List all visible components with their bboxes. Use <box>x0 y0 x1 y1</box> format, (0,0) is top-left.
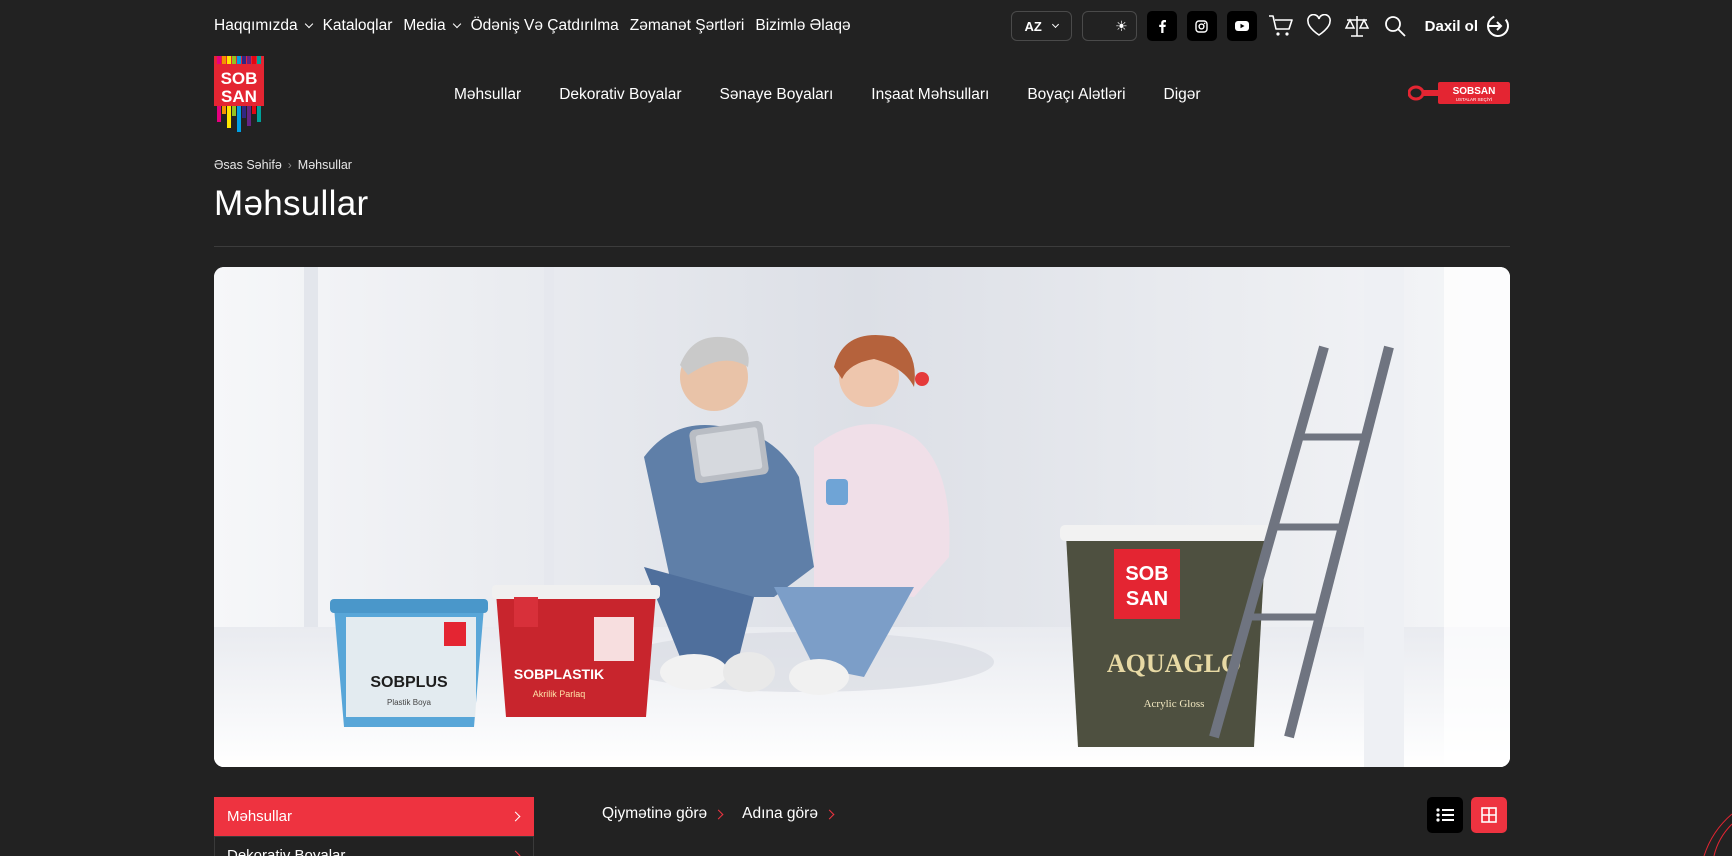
top-link-label: Ödəniş Və Çatdırılma <box>470 17 619 34</box>
bucket-sobplus: SOBPLUS Plastik Boya <box>330 599 488 727</box>
divider <box>214 246 1510 247</box>
breadcrumb-current: Məhsullar <box>297 158 352 172</box>
youtube-button[interactable] <box>1226 11 1257 41</box>
instagram-button[interactable] <box>1186 11 1217 41</box>
bucket-sublabel: Plastik Boya <box>387 698 432 707</box>
bucket-sobplastik: SOBPLASTIK Akrilik Parlaq <box>492 585 660 717</box>
compare-button[interactable] <box>1343 12 1371 40</box>
top-link-media[interactable]: Media <box>403 17 461 35</box>
grid-view-button[interactable] <box>1471 797 1507 833</box>
language-selector[interactable]: AZ <box>1010 11 1072 41</box>
brush-logo[interactable]: SOBSAN USTALAR SEÇİYİ <box>1407 78 1510 108</box>
bucket-logo-text: SOB <box>1125 563 1168 585</box>
top-link-payment-delivery[interactable]: Ödəniş Və Çatdırılma <box>471 17 619 35</box>
chevron-down-icon <box>304 19 313 29</box>
sort-options: Qiymətinə görə Adına görə <box>602 805 835 823</box>
nav-item-other[interactable]: Digər <box>1164 86 1201 104</box>
top-bar: Haqqımızda Kataloqlar Media Ödəniş Və Ça… <box>214 8 1510 44</box>
top-link-label: Kataloqlar <box>322 17 393 34</box>
bucket-label: AQUAGLO <box>1107 649 1241 678</box>
compare-icon <box>1344 16 1369 37</box>
bucket-label: SOBPLUS <box>370 674 448 691</box>
chevron-down-icon <box>1051 20 1059 28</box>
wishlist-button[interactable] <box>1305 12 1333 40</box>
cart-icon <box>1268 15 1293 36</box>
facebook-button[interactable] <box>1146 11 1177 41</box>
sidebar-item-decorative-paints[interactable]: Dekorativ Boyalar <box>214 836 534 856</box>
sun-icon: ☀ <box>1115 17 1128 34</box>
grid-view-icon <box>1481 807 1497 823</box>
nav-item-construction-products[interactable]: Inşaat Məhsulları <box>871 86 989 104</box>
chevron-right-icon <box>510 811 521 822</box>
brush-logo-text: SOBSAN <box>1453 86 1496 97</box>
nav-item-products[interactable]: Məhsullar <box>454 86 521 104</box>
sort-label: Adına görə <box>742 805 818 822</box>
logo-text-bottom: SAN <box>221 87 257 106</box>
cart-button[interactable] <box>1267 12 1295 40</box>
top-link-contact[interactable]: Bizimlə Əlaqə <box>755 17 850 35</box>
language-label: AZ <box>1024 18 1042 34</box>
chevron-down-icon <box>452 19 461 29</box>
sort-by-name[interactable]: Adına görə <box>742 805 835 823</box>
breadcrumb: Əsas Səhifə › Məhsullar <box>214 158 1510 172</box>
chevron-right-icon <box>510 850 521 856</box>
hero-image: SOBPLUS Plastik Boya SOBPLASTIK Akrilik … <box>214 267 1510 767</box>
brush-logo-subtext: USTALAR SEÇİYİ <box>1456 96 1492 102</box>
main-header: SOB SAN Məhsullar Dekorativ Boyalar Səna… <box>214 56 1510 138</box>
login-icon <box>1487 15 1509 37</box>
nav-item-painter-tools[interactable]: Boyaçı Alətləri <box>1027 86 1125 104</box>
top-link-label: Media <box>403 17 446 34</box>
top-link-catalogs[interactable]: Kataloqlar <box>323 17 393 35</box>
top-link-label: Zəmanət Şərtləri <box>629 17 745 34</box>
facebook-icon <box>1158 20 1166 33</box>
bucket-label: SOBPLASTIK <box>514 666 604 682</box>
chevron-right-icon <box>824 809 835 819</box>
nav-item-decorative-paints[interactable]: Dekorativ Boyalar <box>559 86 681 104</box>
login-label: Daxil ol <box>1424 17 1478 35</box>
top-links: Haqqımızda Kataloqlar Media Ödəniş Və Ça… <box>214 17 851 35</box>
youtube-icon <box>1234 21 1249 31</box>
list-view-button[interactable] <box>1427 797 1463 833</box>
sort-label: Qiymətinə görə <box>602 805 708 822</box>
top-link-warranty[interactable]: Zəmanət Şərtləri <box>630 17 745 35</box>
sidebar-item-label: Dekorativ Boyalar <box>227 847 346 856</box>
decorative-swirl <box>1703 813 1732 856</box>
top-actions: AZ ☀ Daxil ol <box>1010 11 1510 41</box>
search-icon <box>1384 16 1406 37</box>
sidebar-item-products[interactable]: Məhsullar <box>214 797 534 836</box>
list-view-icon <box>1436 808 1454 822</box>
top-link-label: Haqqımızda <box>214 17 298 34</box>
bucket-sublabel: Acrylic Gloss <box>1144 698 1205 710</box>
theme-toggle[interactable]: ☀ <box>1081 11 1137 41</box>
hero-banner: SOBPLUS Plastik Boya SOBPLASTIK Akrilik … <box>214 267 1510 767</box>
category-sidebar: Məhsullar Dekorativ Boyalar <box>214 797 534 856</box>
view-toggle <box>1427 797 1507 833</box>
sobsan-logo[interactable]: SOB SAN <box>214 56 264 136</box>
sort-by-price[interactable]: Qiymətinə görə <box>602 805 724 823</box>
heart-icon <box>1306 14 1331 36</box>
page-title: Məhsullar <box>214 184 369 223</box>
top-link-about[interactable]: Haqqımızda <box>214 17 313 35</box>
logo-text-top: SOB <box>221 69 258 88</box>
bucket-sublabel: Akrilik Parlaq <box>533 689 586 699</box>
breadcrumb-home[interactable]: Əsas Səhifə <box>214 158 282 172</box>
breadcrumb-separator-icon: › <box>287 158 292 172</box>
login-button[interactable]: Daxil ol <box>1425 14 1510 38</box>
instagram-icon <box>1195 19 1208 33</box>
nav-item-industrial-paints[interactable]: Sənaye Boyaları <box>720 86 834 104</box>
main-nav: Məhsullar Dekorativ Boyalar Sənaye Boyal… <box>454 86 1201 104</box>
chevron-right-icon <box>713 809 724 819</box>
search-button[interactable] <box>1381 12 1409 40</box>
bucket-logo-text: SAN <box>1126 588 1168 610</box>
top-link-label: Bizimlə Əlaqə <box>755 17 851 34</box>
sidebar-item-label: Məhsullar <box>227 808 293 825</box>
